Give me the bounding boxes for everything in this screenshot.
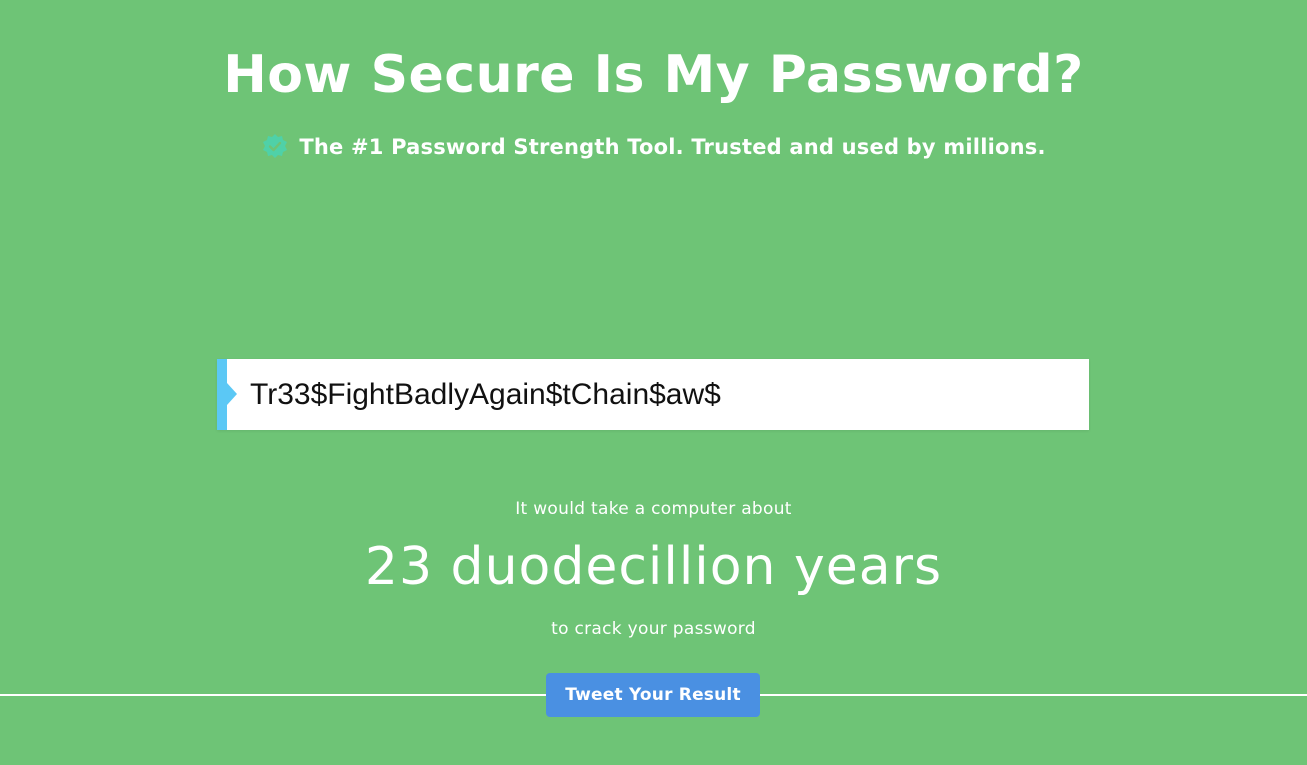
verified-check-icon (261, 133, 289, 161)
page-title: How Secure Is My Password? (223, 45, 1084, 105)
crack-time-result: 23 duodecillion years (364, 537, 943, 597)
password-field-container (217, 359, 1089, 430)
password-input[interactable] (250, 359, 1070, 430)
result-outro-text: to crack your password (551, 619, 756, 639)
tagline: The #1 Password Strength Tool. Trusted a… (0, 132, 1307, 162)
result-intro-text: It would take a computer about (515, 499, 792, 519)
tagline-text: The #1 Password Strength Tool. Trusted a… (299, 135, 1046, 159)
tweet-result-button[interactable]: Tweet Your Result (546, 673, 760, 717)
password-field-accent (217, 359, 237, 430)
